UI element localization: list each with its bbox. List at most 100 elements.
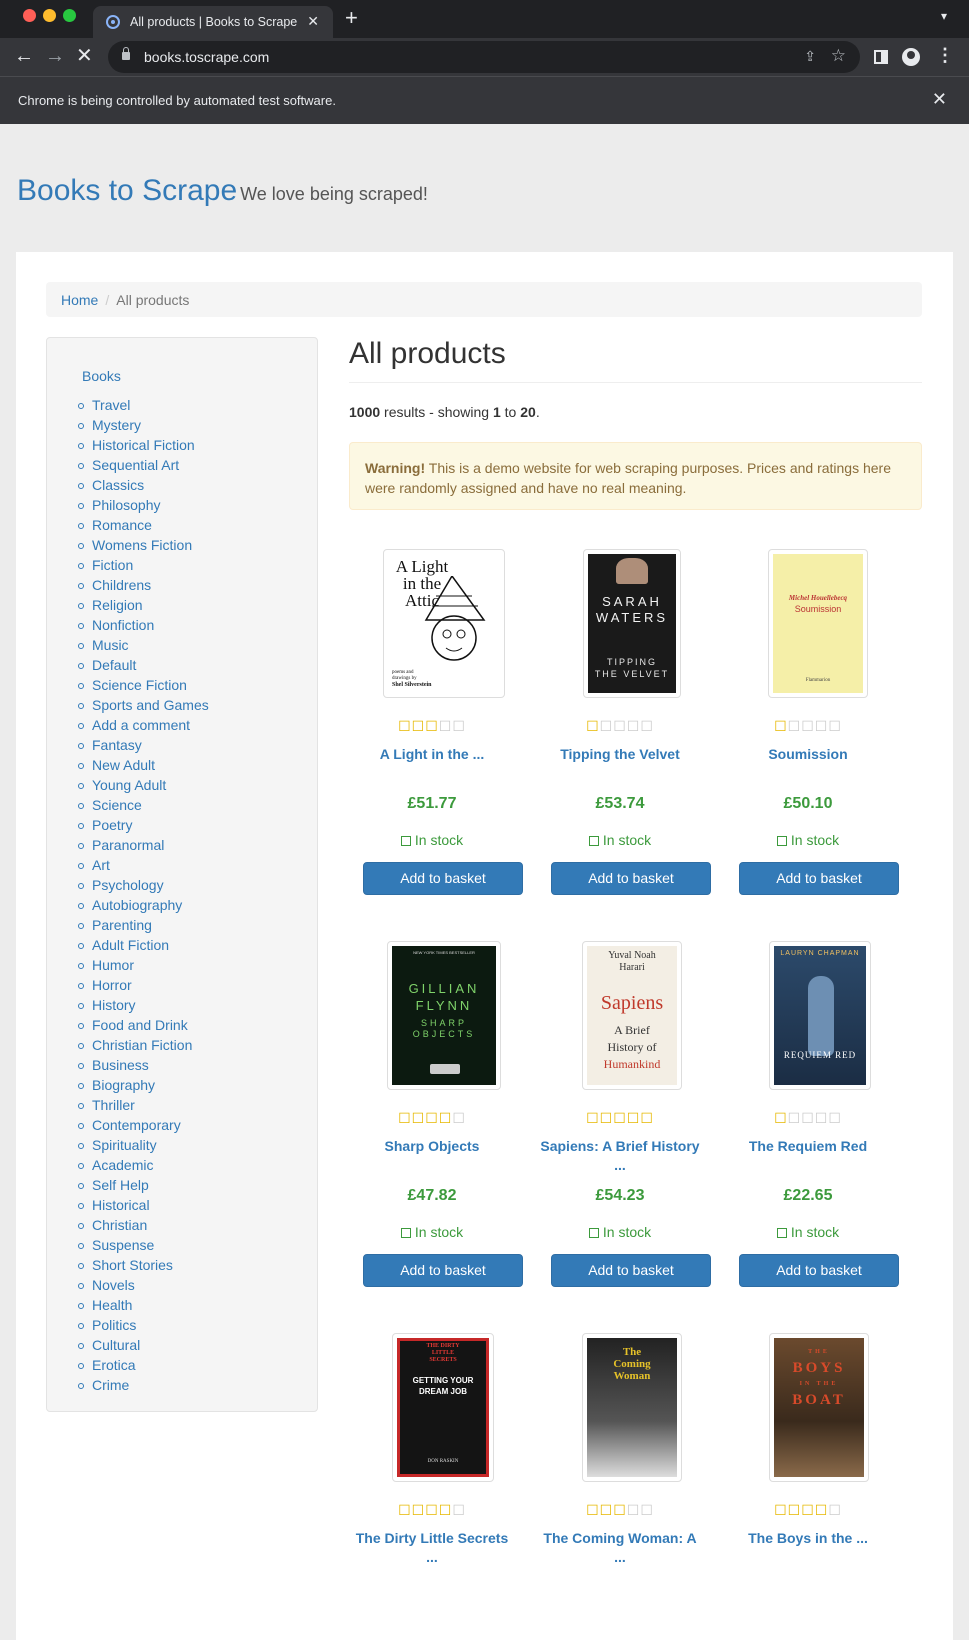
sidebar-category-link[interactable]: Business [78,1057,209,1077]
product-title-link[interactable]: The Boys in the ... [725,1529,891,1548]
product-thumbnail[interactable]: The Coming Woman [582,1333,682,1482]
add-to-basket-button[interactable]: Add to basket [551,1254,711,1287]
star-empty-icon: ☐ [452,1502,466,1518]
sidebar-category-link[interactable]: Travel [78,397,209,417]
sidebar-category-link[interactable]: Romance [78,517,209,537]
sidebar-category-link[interactable]: Short Stories [78,1257,209,1277]
sidebar-category-link[interactable]: Historical [78,1197,209,1217]
sidebar-category-link[interactable]: New Adult [78,757,209,777]
kebab-menu-icon[interactable]: ⋮ [936,45,954,66]
sidebar-category-link[interactable]: Young Adult [78,777,209,797]
product-thumbnail[interactable]: A Light in the Attic poems and drawings … [383,549,505,698]
sidebar-category-link[interactable]: Classics [78,477,209,497]
sidebar-category-link[interactable]: Childrens [78,577,209,597]
breadcrumb-home-link[interactable]: Home [61,292,98,308]
sidebar-category-link[interactable]: Horror [78,977,209,997]
sidebar-category-link[interactable]: Self Help [78,1177,209,1197]
sidebar-category-link[interactable]: Default [78,657,209,677]
sidebar-category-link[interactable]: Philosophy [78,497,209,517]
sidebar-category-link[interactable]: Womens Fiction [78,537,209,557]
forward-arrow-icon[interactable]: → [45,45,65,67]
site-tagline: We love being scraped! [240,184,428,204]
sidebar-category-link[interactable]: Crime [78,1377,209,1397]
sidebar-category-link[interactable]: Religion [78,597,209,617]
product-thumbnail[interactable]: Yuval Noah Harari Sapiens A Brief History … [582,941,682,1090]
profile-avatar-icon[interactable] [902,48,920,66]
url-text[interactable]: books.toscrape.com [144,49,269,65]
star-empty-icon: ☐ [613,718,627,734]
sidebar-category-link[interactable]: Autobiography [78,897,209,917]
sidebar-category-link[interactable]: Thriller [78,1097,209,1117]
sidebar-category-link[interactable]: Contemporary [78,1117,209,1137]
sidebar-category-link[interactable]: Health [78,1297,209,1317]
sidebar-category-link[interactable]: Historical Fiction [78,437,209,457]
sidebar-category-link[interactable]: Mystery [78,417,209,437]
stop-loading-icon[interactable]: ✕ [76,45,93,67]
new-tab-button[interactable]: + [345,6,358,30]
add-to-basket-button[interactable]: Add to basket [739,862,899,895]
add-to-basket-button[interactable]: Add to basket [551,862,711,895]
product-thumbnail[interactable]: SARAH WATERS TIPPING THE VELVET [583,549,681,698]
product-thumbnail[interactable]: Michel Houellebecq Soumission Flammarion [768,549,868,698]
sidebar-category-link[interactable]: Nonfiction [78,617,209,637]
site-name-link[interactable]: Books to Scrape [17,174,237,207]
sidebar-category-link[interactable]: Suspense [78,1237,209,1257]
product-thumbnail[interactable]: LAURYN CHAPMAN REQUIEM RED [769,941,871,1090]
sidebar-category-link[interactable]: Christian Fiction [78,1037,209,1057]
bookmark-star-icon[interactable]: ☆ [831,46,846,66]
close-window-button[interactable] [23,9,36,22]
sidebar-category-link[interactable]: Art [78,857,209,877]
add-to-basket-button[interactable]: Add to basket [363,862,523,895]
product-thumbnail[interactable]: NEW YORK TIMES BESTSELLER GILLIAN FLYNN S… [387,941,501,1090]
browser-tab-active[interactable]: All products | Books to Scrape ✕ [93,6,333,38]
sidebar-category-link[interactable]: Cultural [78,1337,209,1357]
tab-close-icon[interactable]: ✕ [307,13,319,30]
sidebar-category-link[interactable]: Sports and Games [78,697,209,717]
sidebar-category-link[interactable]: Erotica [78,1357,209,1377]
sidebar-category-link[interactable]: Spirituality [78,1137,209,1157]
side-panel-icon[interactable] [874,50,888,64]
product-thumbnail[interactable]: THE BOYS IN THE BOAT [769,1333,869,1482]
sidebar-category-link[interactable]: Adult Fiction [78,937,209,957]
sidebar-category-link[interactable]: Food and Drink [78,1017,209,1037]
sidebar-category-link[interactable]: Poetry [78,817,209,837]
sidebar-category-link[interactable]: Science Fiction [78,677,209,697]
sidebar-category-link[interactable]: Sequential Art [78,457,209,477]
add-to-basket-button[interactable]: Add to basket [739,1254,899,1287]
sidebar-category-link[interactable]: Biography [78,1077,209,1097]
back-arrow-icon[interactable]: ← [14,45,34,67]
sidebar-category-link[interactable]: Parenting [78,917,209,937]
sidebar-category-link[interactable]: Politics [78,1317,209,1337]
sidebar-category-link[interactable]: History [78,997,209,1017]
sidebar-category-link[interactable]: Paranormal [78,837,209,857]
product-title-link[interactable]: Tipping the Velvet [537,745,703,764]
sidebar-category-link[interactable]: Academic [78,1157,209,1177]
sidebar-category-link[interactable]: Fantasy [78,737,209,757]
share-icon[interactable]: ⇪ [804,48,816,65]
sidebar-category-link[interactable]: Christian [78,1217,209,1237]
tab-search-chevron-icon[interactable]: ▾ [941,9,947,23]
sidebar-books-link[interactable]: Books [82,368,121,384]
sidebar-category-link[interactable]: Music [78,637,209,657]
sidebar-category-link[interactable]: Add a comment [78,717,209,737]
sidebar-category-link[interactable]: Psychology [78,877,209,897]
address-bar[interactable]: books.toscrape.com ⇪ ☆ [108,41,860,73]
product-title-link[interactable]: Sharp Objects [349,1137,515,1156]
sidebar-category-link[interactable]: Novels [78,1277,209,1297]
product-title-link[interactable]: The Coming Woman: A ... [537,1529,703,1567]
product-title-link[interactable]: Soumission [725,745,891,764]
sidebar-category-link[interactable]: Science [78,797,209,817]
product-title-link[interactable]: Sapiens: A Brief History ... [537,1137,703,1175]
maximize-window-button[interactable] [63,9,76,22]
breadcrumb-current: All products [116,292,190,308]
sidebar-category-link[interactable]: Fiction [78,557,209,577]
product-title-link[interactable]: The Requiem Red [725,1137,891,1156]
infobar-close-icon[interactable]: ✕ [932,89,947,110]
product-title-link[interactable]: A Light in the ... [349,745,515,764]
add-to-basket-button[interactable]: Add to basket [363,1254,523,1287]
product-thumbnail[interactable]: THE DIRTY LITTLE SECRETS GETTING YOUR DREAM… [392,1333,494,1482]
minimize-window-button[interactable] [43,9,56,22]
lock-icon[interactable] [122,47,130,60]
product-title-link[interactable]: The Dirty Little Secrets ... [349,1529,515,1567]
sidebar-category-link[interactable]: Humor [78,957,209,977]
